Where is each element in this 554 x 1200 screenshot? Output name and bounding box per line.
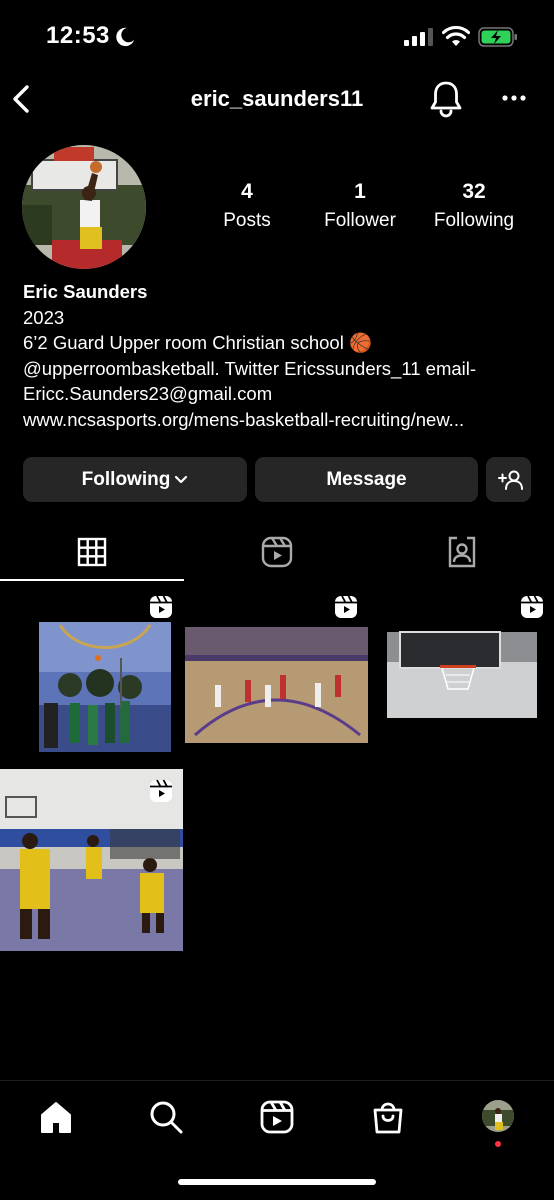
- search-icon[interactable]: [148, 1099, 184, 1135]
- bell-icon[interactable]: [428, 80, 464, 118]
- suggested-users-button[interactable]: [486, 457, 531, 502]
- bio-line: 6’2 Guard Upper room Christian school 🏀: [23, 332, 372, 353]
- reels-icon: [261, 536, 293, 568]
- profile-header: eric_saunders11: [0, 74, 554, 122]
- tab-posts-grid[interactable]: [0, 524, 184, 580]
- followers-label: Follower: [324, 210, 396, 231]
- profile-avatar[interactable]: [22, 145, 146, 269]
- tab-tagged[interactable]: [370, 524, 554, 580]
- following-button[interactable]: Following: [23, 457, 247, 502]
- reel-badge-icon: [150, 779, 172, 802]
- add-person-icon: [497, 470, 523, 490]
- profile-avatar-nav[interactable]: [482, 1100, 514, 1132]
- bio-mention-line[interactable]: @upperroombasketball. Twitter Ericssunde…: [23, 356, 538, 382]
- tab-reels[interactable]: [185, 524, 369, 580]
- avatar-thumbnail: [482, 1100, 514, 1132]
- following-count: 32: [462, 180, 486, 203]
- battery-charging-icon: [478, 27, 517, 47]
- display-name: Eric Saunders: [23, 281, 148, 302]
- status-bar: 12:53: [0, 0, 554, 74]
- active-tab-indicator: [0, 579, 184, 581]
- home-icon[interactable]: [38, 1099, 74, 1135]
- posts-count: 4: [241, 180, 253, 203]
- chevron-down-icon: [175, 475, 188, 483]
- posts-label: Posts: [223, 210, 271, 231]
- shop-icon[interactable]: [370, 1099, 406, 1135]
- stat-posts: 4 Posts: [192, 180, 302, 232]
- tagged-icon: [448, 536, 476, 568]
- message-button[interactable]: Message: [255, 457, 478, 502]
- profile-username: eric_saunders11: [190, 86, 364, 111]
- status-time: 12:53: [46, 22, 110, 49]
- moon-icon: [116, 27, 135, 47]
- cellular-signal-icon: [404, 28, 433, 46]
- profile-tabs: [0, 524, 554, 582]
- followers-count: 1: [354, 180, 366, 203]
- wifi-icon: [442, 25, 470, 46]
- following-button-label: Following: [81, 468, 171, 490]
- post-thumbnail[interactable]: [0, 585, 183, 767]
- bio-website-link[interactable]: www.ncsasports.org/mens-basketball-recru…: [23, 407, 538, 433]
- profile-bio: Eric Saunders 2023 6’2 Guard Upper room …: [23, 279, 538, 432]
- stat-following[interactable]: 32 Following: [419, 180, 529, 232]
- notification-dot: [495, 1141, 501, 1147]
- reels-icon[interactable]: [259, 1099, 295, 1135]
- avatar-photo: [22, 145, 146, 269]
- following-label: Following: [433, 210, 515, 231]
- post-thumbnail[interactable]: [185, 585, 368, 767]
- home-indicator[interactable]: [178, 1179, 376, 1185]
- grid-icon: [77, 537, 107, 567]
- post-thumbnail[interactable]: [370, 585, 554, 767]
- bio-line: 2023: [23, 306, 65, 328]
- stat-followers[interactable]: 1 Follower: [305, 180, 415, 232]
- reel-badge-icon: [335, 595, 357, 618]
- more-options-icon[interactable]: [500, 88, 528, 108]
- reel-badge-icon: [521, 595, 543, 618]
- post-thumbnail[interactable]: [0, 769, 183, 951]
- message-button-label: Message: [326, 468, 407, 490]
- bio-email-line: Ericc.Saunders23@gmail.com: [23, 383, 273, 404]
- reel-badge-icon: [150, 595, 172, 618]
